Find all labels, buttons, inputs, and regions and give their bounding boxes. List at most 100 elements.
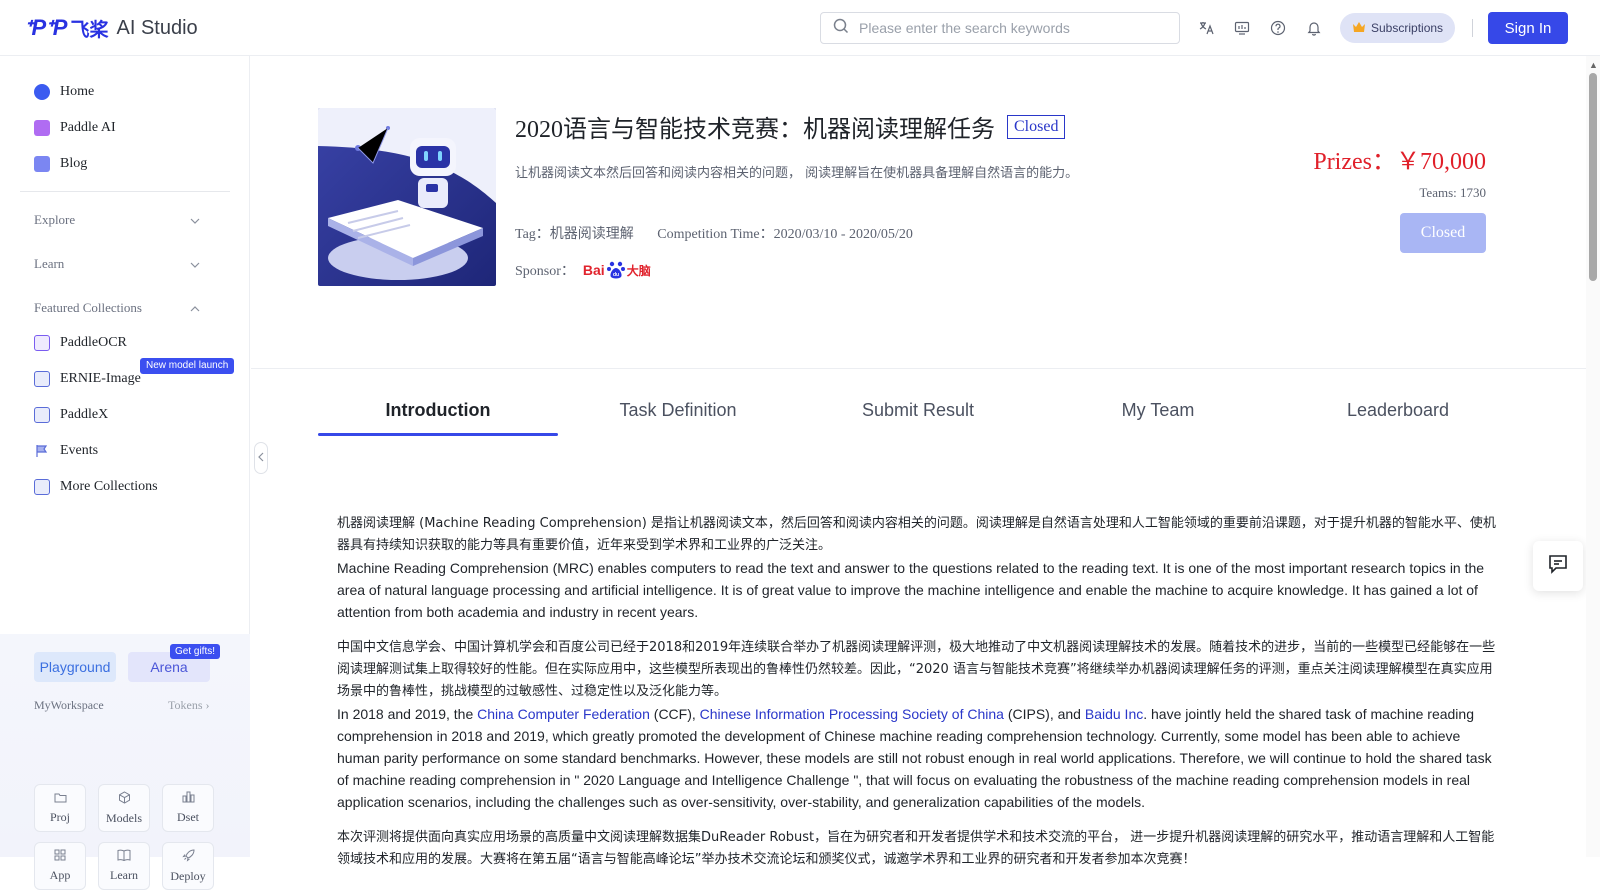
subscriptions-button[interactable]: Subscriptions <box>1340 13 1456 43</box>
text-segment: In 2018 and 2019, the <box>337 706 478 722</box>
section-divider <box>251 368 1586 369</box>
competition-title-text: 2020语言与智能技术竞赛：机器阅读理解任务 <box>515 117 995 143</box>
sidebar-item-more-collections[interactable]: More Collections <box>34 476 158 498</box>
home-icon <box>34 84 50 100</box>
book-icon <box>117 849 131 863</box>
scroll-up-arrow-icon[interactable]: ▲ <box>1589 60 1598 70</box>
workspace-title: MyWorkspace <box>34 698 104 712</box>
sidebar-item-paddle-ai[interactable]: Paddle AI <box>34 117 116 139</box>
sidebar-item-label: ERNIE-Image <box>60 371 141 386</box>
search-box[interactable] <box>820 12 1180 44</box>
feedback-chat-button[interactable] <box>1533 541 1583 591</box>
sidebar-item-label: PaddleX <box>60 407 109 422</box>
chevron-right-icon: › <box>205 698 210 712</box>
competition-tag: Tag：机器阅读理解 <box>515 227 634 242</box>
gift-badge: Get gifts! <box>170 644 221 659</box>
scrollbar-thumb[interactable] <box>1589 73 1597 281</box>
intro-paragraph-cn-3: 本次评测将提供面向真实应用场景的高质量中文阅读理解数据集DuReader Rob… <box>337 830 1495 867</box>
tab-introduction[interactable]: Introduction <box>318 388 558 436</box>
sidebar-item-label: Events <box>60 443 99 458</box>
text-segment: (CIPS), and <box>1003 706 1085 722</box>
status-badge: Closed <box>1007 114 1066 139</box>
workspace-tile-proj[interactable]: Proj <box>34 784 86 832</box>
sidebar-item-label: Blog <box>60 156 88 171</box>
sidebar-item-paddleocr[interactable]: PaddleOCR <box>34 332 127 354</box>
text-segment: (CCF), <box>649 706 700 722</box>
tile-label: Dset <box>177 810 199 824</box>
logo-studio-text: AI Studio <box>116 16 198 39</box>
workspace-tile-models[interactable]: Models <box>98 784 150 832</box>
chevron-down-icon <box>190 256 200 272</box>
help-icon[interactable] <box>1268 18 1288 38</box>
tab-bar: Introduction Task Definition Submit Resu… <box>318 388 1518 436</box>
sign-in-button[interactable]: Sign In <box>1488 12 1568 44</box>
teams-count: Teams: 1730 <box>1419 185 1486 200</box>
paddle-logo-mark: ᐩPᐩP <box>24 15 67 40</box>
tab-submit-result[interactable]: Submit Result <box>798 388 1038 436</box>
bell-icon[interactable] <box>1304 18 1324 38</box>
workspace-tile-dset[interactable]: Dset <box>162 784 214 832</box>
tab-my-team[interactable]: My Team <box>1038 388 1278 436</box>
top-header: ᐩPᐩP 飞桨 AI Studio Subscriptions Sign In <box>0 0 1600 56</box>
section-explore[interactable]: Explore <box>34 212 200 228</box>
competition-meta: Tag：机器阅读理解 Competition Time：2020/03/10 -… <box>515 223 913 243</box>
sponsor-label: Sponsor： <box>515 264 575 279</box>
sidebar-item-events[interactable]: Events <box>34 440 98 462</box>
page-scrollbar[interactable]: ▲ <box>1586 56 1600 857</box>
prize-amount: Prizes：￥70,000 <box>1313 149 1486 175</box>
blog-icon <box>34 156 50 172</box>
chevron-down-icon <box>190 212 200 228</box>
search-icon <box>833 18 849 39</box>
introduction-content: 机器阅读理解 (Machine Reading Comprehension) 是… <box>337 513 1497 871</box>
section-featured-collections[interactable]: Featured Collections <box>34 300 200 316</box>
competition-closed-button[interactable]: Closed <box>1400 213 1486 253</box>
workspace-tile-deploy[interactable]: Deploy <box>162 842 214 890</box>
link-cips[interactable]: Chinese Information Processing Society o… <box>700 706 1004 722</box>
tokens-link[interactable]: Tokens › <box>168 698 210 713</box>
tile-label: App <box>49 868 71 882</box>
playground-button[interactable]: Playground <box>34 652 116 682</box>
competition-cover-image <box>318 108 496 286</box>
workspace-tile-app[interactable]: App <box>34 842 86 890</box>
svg-text:du: du <box>613 272 619 278</box>
header-divider <box>1472 19 1473 37</box>
tile-label: Learn <box>110 868 138 882</box>
translate-icon[interactable] <box>1196 18 1216 38</box>
sidebar-item-home[interactable]: Home <box>34 81 94 103</box>
logo[interactable]: ᐩPᐩP 飞桨 AI Studio <box>24 14 198 42</box>
section-learn[interactable]: Learn <box>34 256 200 272</box>
competition-time: Competition Time：2020/03/10 - 2020/05/20 <box>657 227 913 242</box>
sidebar-item-blog[interactable]: Blog <box>34 153 87 175</box>
sidebar-item-paddlex[interactable]: PaddleX <box>34 404 108 426</box>
collection-icon <box>34 479 50 495</box>
link-ccf[interactable]: China Computer Federation <box>477 706 650 722</box>
competition-description: 让机器阅读文本然后回答和阅读内容相关的问题， 阅读理解旨在使机器具备理解自然语言… <box>515 166 1079 181</box>
search-input[interactable] <box>859 20 1159 36</box>
sidebar-item-ernie-image[interactable]: ERNIE-Image <box>34 368 141 390</box>
intro-paragraph-cn-2: 中国中文信息学会、中国计算机学会和百度公司已经于2018和2019年连续联合举办… <box>337 640 1496 699</box>
chat-icon <box>1547 553 1569 580</box>
new-model-badge: New model launch <box>140 358 235 374</box>
rocket-icon <box>181 848 195 864</box>
baidu-brain-logo: Bai du 大脑 <box>582 261 651 279</box>
tokens-label: Tokens <box>168 698 203 712</box>
tab-leaderboard[interactable]: Leaderboard <box>1278 388 1518 436</box>
dataset-icon <box>182 791 195 805</box>
tile-label: Deploy <box>170 868 206 883</box>
sidebar: Home Paddle AI Blog Explore Learn Featur… <box>0 56 250 890</box>
chevron-up-icon <box>190 300 200 316</box>
link-baidu[interactable]: Baidu Inc <box>1085 706 1143 722</box>
workspace-tile-learn[interactable]: Learn <box>98 842 150 890</box>
cube-icon <box>118 790 131 806</box>
section-label: Learn <box>34 256 65 271</box>
sidebar-divider <box>20 191 230 192</box>
folder-icon <box>54 792 67 805</box>
workspace-panel: Playground Arena Get gifts! MyWorkspace … <box>0 634 250 890</box>
tile-label: Models <box>106 810 142 825</box>
tab-task-definition[interactable]: Task Definition <box>558 388 798 436</box>
monitor-icon[interactable] <box>1232 18 1252 38</box>
sponsor-row: Sponsor： Bai du 大脑 <box>515 260 651 280</box>
sidebar-item-label: Paddle AI <box>60 120 116 135</box>
subscriptions-label: Subscriptions <box>1371 21 1444 35</box>
sidebar-item-label: Home <box>60 84 95 99</box>
